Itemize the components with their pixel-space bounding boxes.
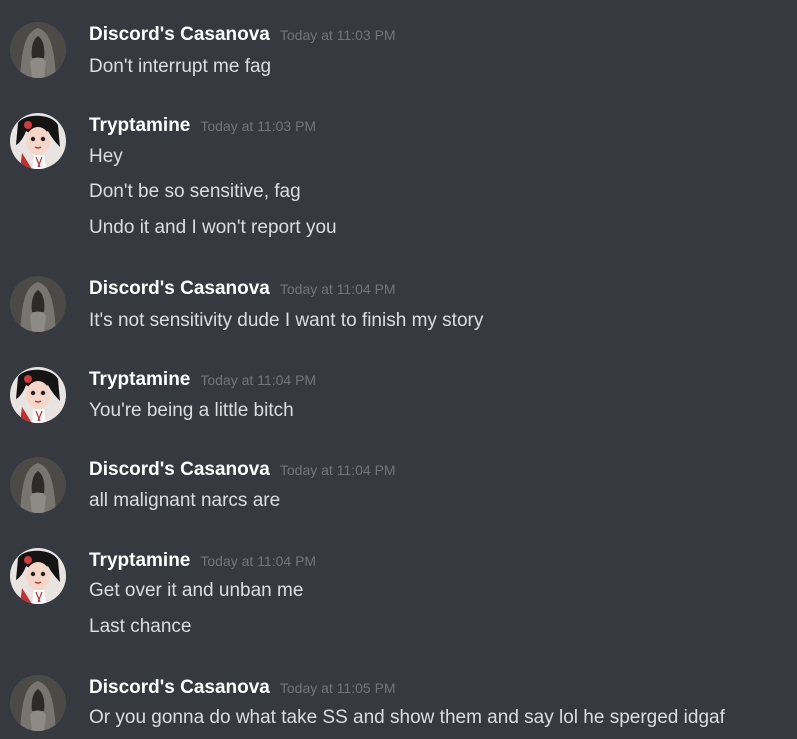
grey-hooded-figure-avatar-icon [10,457,66,513]
message-text: Hey [89,146,123,167]
username[interactable]: Tryptamine [89,115,190,136]
timestamp: Today at 11:04 PM [200,372,317,388]
anime-girl-avatar-icon [10,548,66,604]
message-text: You're being a little bitch [89,400,294,421]
timestamp: Today at 11:04 PM [279,462,396,478]
message-text: Don't be so sensitive, fag [89,181,301,202]
timestamp: Today at 11:03 PM [279,27,396,43]
message-text: It's not sensitivity dude I want to fini… [89,310,484,331]
message-text: Undo it and I won't report you [89,217,337,238]
message-text: all malignant narcs are [89,490,281,511]
timestamp: Today at 11:05 PM [279,680,396,696]
username[interactable]: Discord's Casanova [89,24,270,45]
avatar[interactable] [10,276,66,332]
username[interactable]: Discord's Casanova [89,459,270,480]
message-text: Or you gonna do what take SS and show th… [89,707,725,728]
anime-girl-avatar-icon [10,113,66,169]
timestamp: Today at 11:03 PM [200,118,317,134]
avatar[interactable] [10,113,66,169]
grey-hooded-figure-avatar-icon [10,675,66,731]
anime-girl-avatar-icon [10,367,66,423]
message-text: Last chance [89,616,192,637]
avatar[interactable] [10,675,66,731]
grey-hooded-figure-avatar-icon [10,22,66,78]
chat-message-list: Discord's Casanova Today at 11:03 PM Don'… [0,0,797,739]
username[interactable]: Discord's Casanova [89,677,270,698]
avatar[interactable] [10,548,66,604]
message-text: Get over it and unban me [89,580,304,601]
username[interactable]: Tryptamine [89,550,190,571]
avatar[interactable] [10,457,66,513]
grey-hooded-figure-avatar-icon [10,276,66,332]
message-text: Don't interrupt me fag [89,56,272,77]
timestamp: Today at 11:04 PM [200,553,317,569]
avatar[interactable] [10,367,66,423]
avatar[interactable] [10,22,66,78]
timestamp: Today at 11:04 PM [279,281,396,297]
username[interactable]: Tryptamine [89,369,190,390]
username[interactable]: Discord's Casanova [89,278,270,299]
